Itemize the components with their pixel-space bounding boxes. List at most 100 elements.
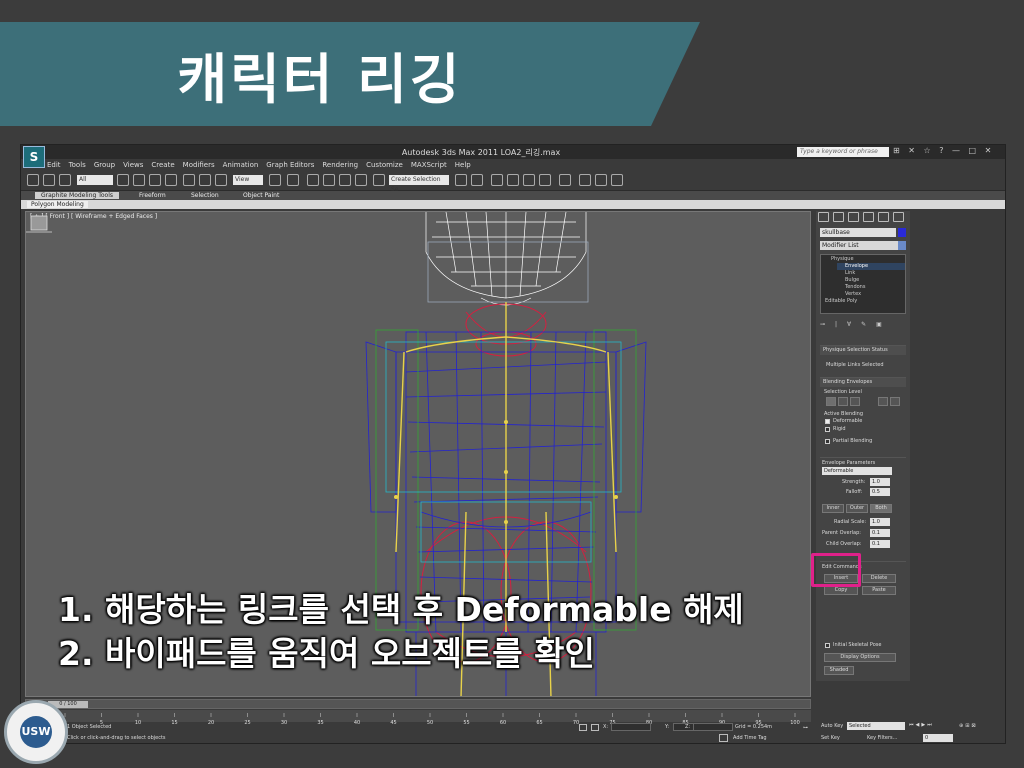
menu-rendering[interactable]: Rendering <box>322 161 358 169</box>
stack-item-link[interactable]: Link <box>845 270 855 277</box>
modify-tab-icon[interactable] <box>833 212 844 222</box>
spinner-snap-icon[interactable] <box>355 174 367 186</box>
initial-skeletal-pose-checkbox[interactable] <box>825 643 830 648</box>
current-frame-field[interactable]: 0 <box>923 734 953 742</box>
viewcube-icon[interactable] <box>26 212 52 236</box>
shaded-button[interactable]: Shaded <box>824 666 854 675</box>
delete-button[interactable]: Delete <box>862 574 896 583</box>
stack-tools[interactable]: ⊸|∀✎▣ <box>820 321 906 331</box>
motion-tab-icon[interactable] <box>863 212 874 222</box>
menu-animation[interactable]: Animation <box>223 161 259 169</box>
stack-item-tendons[interactable]: Tendons <box>845 284 865 291</box>
rotate-icon[interactable] <box>199 174 211 186</box>
percent-snap-icon[interactable] <box>339 174 351 186</box>
next-link-icon[interactable] <box>890 397 900 406</box>
display-options-button[interactable]: Display Options <box>824 653 896 662</box>
select-link-icon[interactable] <box>826 397 836 406</box>
menu-group[interactable]: Group <box>94 161 115 169</box>
curve-editor-icon[interactable] <box>523 174 535 186</box>
select-object-icon[interactable] <box>117 174 129 186</box>
stack-item-editable-poly[interactable]: Editable Poly <box>825 298 857 305</box>
menu-edit[interactable]: Edit <box>47 161 61 169</box>
snap-icon[interactable] <box>307 174 319 186</box>
parent-overlap-spinner[interactable]: 0.1 <box>870 529 890 537</box>
rect-selection-icon[interactable] <box>149 174 161 186</box>
search-input[interactable]: Type a keyword or phrase <box>797 147 889 157</box>
select-envelope-icon[interactable] <box>838 397 848 406</box>
menu-customize[interactable]: Customize <box>366 161 403 169</box>
material-editor-icon[interactable] <box>559 174 571 186</box>
ribbon-polygon-modeling[interactable]: Polygon Modeling <box>27 201 88 208</box>
menu-modifiers[interactable]: Modifiers <box>183 161 215 169</box>
falloff-spinner[interactable]: 0.5 <box>870 488 890 496</box>
tab-graphite-modeling-tools[interactable]: Graphite Modeling Tools <box>35 192 120 199</box>
add-time-tag[interactable]: Add Time Tag <box>733 735 767 741</box>
utilities-tab-icon[interactable] <box>893 212 904 222</box>
lock-icon[interactable] <box>579 724 587 731</box>
stack-item-vertex[interactable]: Vertex <box>845 291 861 298</box>
display-tab-icon[interactable] <box>878 212 889 222</box>
scale-icon[interactable] <box>215 174 227 186</box>
selected-dropdown[interactable]: Selected <box>847 722 905 730</box>
ref-coord-dropdown[interactable]: View <box>233 175 263 185</box>
child-overlap-spinner[interactable]: 0.1 <box>870 540 890 548</box>
key-icon[interactable]: ⊶ <box>803 725 808 731</box>
selection-filter-dropdown[interactable]: All <box>77 175 113 185</box>
move-icon[interactable] <box>183 174 195 186</box>
inner-button[interactable]: Inner <box>822 504 844 513</box>
track-bar[interactable]: 0510152025303540455055606570758085909510… <box>25 710 811 726</box>
render-icon[interactable] <box>611 174 623 186</box>
deformable-checkbox[interactable] <box>825 419 830 424</box>
menu-tools[interactable]: Tools <box>69 161 86 169</box>
menu-views[interactable]: Views <box>123 161 143 169</box>
align-icon[interactable] <box>471 174 483 186</box>
unlink-icon[interactable] <box>59 174 71 186</box>
physique-status-title[interactable]: Physique Selection Status <box>820 346 906 355</box>
menu-graph-editors[interactable]: Graph Editors <box>266 161 314 169</box>
menu-create[interactable]: Create <box>151 161 174 169</box>
tab-selection[interactable]: Selection <box>191 192 219 199</box>
radial-scale-spinner[interactable]: 1.0 <box>870 518 890 526</box>
hierarchy-tab-icon[interactable] <box>848 212 859 222</box>
edit-named-selection-icon[interactable] <box>373 174 385 186</box>
prev-link-icon[interactable] <box>878 397 888 406</box>
layer-manager-icon[interactable] <box>491 174 503 186</box>
strength-spinner[interactable]: 1.0 <box>870 478 890 486</box>
key-filters-button[interactable]: Key Filters... <box>867 735 897 741</box>
copy-button[interactable]: Copy <box>824 586 858 595</box>
mirror-icon[interactable] <box>455 174 467 186</box>
outer-button[interactable]: Outer <box>846 504 868 513</box>
schematic-view-icon[interactable] <box>539 174 551 186</box>
window-crossing-icon[interactable] <box>165 174 177 186</box>
link-icon[interactable] <box>43 174 55 186</box>
render-setup-icon[interactable] <box>579 174 591 186</box>
tab-freeform[interactable]: Freeform <box>139 192 166 199</box>
set-key-button[interactable]: Set Key <box>821 735 840 741</box>
menu-help[interactable]: Help <box>455 161 471 169</box>
window-controls[interactable]: ⊞ ✕ ☆ ? — □ ✕ <box>893 146 994 155</box>
auto-key-button[interactable]: Auto Key <box>821 723 843 729</box>
app-logo-icon[interactable]: S <box>23 146 45 168</box>
modifier-list-dropdown[interactable]: Modifier List <box>820 241 898 250</box>
menu-maxscript[interactable]: MAXScript <box>411 161 447 169</box>
envelope-type-dropdown[interactable]: Deformable <box>822 467 892 475</box>
object-color-swatch[interactable] <box>898 228 906 237</box>
both-button[interactable]: Both <box>870 504 892 513</box>
rigid-checkbox[interactable] <box>825 427 830 432</box>
paste-button[interactable]: Paste <box>862 586 896 595</box>
select-by-name-icon[interactable] <box>133 174 145 186</box>
stack-item-envelope[interactable]: Envelope <box>837 263 905 270</box>
stack-item-bulge[interactable]: Bulge <box>845 277 859 284</box>
x-coord-field[interactable] <box>611 723 651 731</box>
tab-object-paint[interactable]: Object Paint <box>243 192 279 199</box>
undo-icon[interactable] <box>27 174 39 186</box>
time-slider-track[interactable]: 0 / 100 <box>25 699 811 709</box>
object-name-field[interactable]: skullbase <box>820 228 896 237</box>
create-tab-icon[interactable] <box>818 212 829 222</box>
chevron-down-icon[interactable] <box>898 241 906 250</box>
playback-controls[interactable]: ⏮◀▶⏭ <box>909 722 934 728</box>
z-coord-field[interactable] <box>693 723 733 731</box>
named-selection-dropdown[interactable]: Create Selection Se <box>389 175 449 193</box>
blending-envelopes-title[interactable]: Blending Envelopes <box>820 378 906 387</box>
viewport-nav-controls[interactable]: ⊕⊞⊠ <box>959 723 978 729</box>
